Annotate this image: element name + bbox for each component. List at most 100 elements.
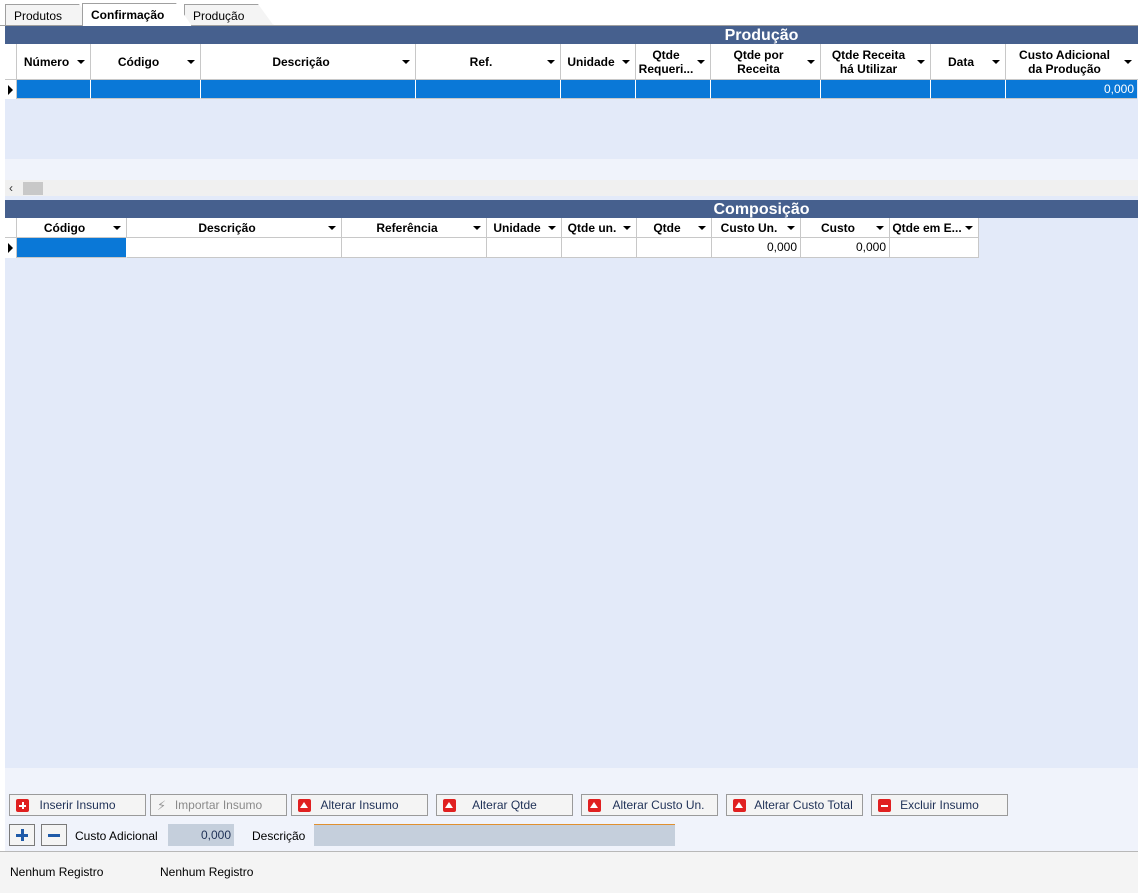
tab-strip: Produtos Confirmação Produção bbox=[0, 0, 1138, 25]
cell-custo-un[interactable]: 0,000 bbox=[712, 238, 801, 258]
col-comp-unidade[interactable]: Unidade bbox=[487, 218, 562, 237]
col-comp-qtde[interactable]: Qtde bbox=[637, 218, 712, 237]
col-numero-label: Número bbox=[23, 54, 70, 69]
add-custo-button[interactable] bbox=[9, 824, 35, 846]
col-comp-custo-un-label: Custo Un. bbox=[720, 220, 778, 235]
cell[interactable] bbox=[890, 238, 979, 258]
descricao-field[interactable] bbox=[314, 824, 675, 846]
chevron-down-icon[interactable] bbox=[787, 225, 795, 230]
col-comp-custo-un[interactable]: Custo Un. bbox=[712, 218, 801, 237]
cell[interactable] bbox=[931, 80, 1006, 99]
col-custo-adicional[interactable]: Custo Adicional da Produção bbox=[1006, 44, 1137, 79]
col-comp-unidade-label: Unidade bbox=[493, 220, 541, 235]
col-comp-custo[interactable]: Custo bbox=[801, 218, 890, 237]
chevron-down-icon[interactable] bbox=[917, 59, 925, 64]
cell[interactable] bbox=[562, 238, 637, 258]
chevron-down-icon[interactable] bbox=[187, 59, 195, 64]
cell[interactable] bbox=[201, 80, 416, 99]
tab-produtos-label: Produtos bbox=[14, 9, 63, 23]
cell[interactable] bbox=[17, 80, 91, 99]
composicao-header-indicator bbox=[5, 218, 17, 237]
alterar-custo-un-button[interactable]: Alterar Custo Un. bbox=[581, 794, 718, 816]
producao-hscrollbar[interactable]: ‹ bbox=[5, 180, 1138, 196]
alterar-qtde-button[interactable]: Alterar Qtde bbox=[436, 794, 573, 816]
inserir-insumo-label: Inserir Insumo bbox=[39, 798, 116, 812]
status-bar: Nenhum Registro Nenhum Registro bbox=[0, 851, 1138, 893]
col-comp-custo-label: Custo bbox=[821, 220, 855, 235]
col-comp-codigo-label: Código bbox=[43, 220, 86, 235]
tab-produtos[interactable]: Produtos bbox=[5, 4, 95, 26]
cell-custo-adicional[interactable]: 0,000 bbox=[1006, 80, 1137, 99]
chevron-down-icon[interactable] bbox=[876, 225, 884, 230]
chevron-down-icon[interactable] bbox=[77, 59, 85, 64]
alterar-insumo-button[interactable]: Alterar Insumo bbox=[291, 794, 428, 816]
row-indicator-icon bbox=[5, 80, 17, 99]
chevron-down-icon[interactable] bbox=[548, 225, 556, 230]
chevron-down-icon[interactable] bbox=[402, 59, 410, 64]
col-qtde-requeri[interactable]: Qtde Requeri... bbox=[636, 44, 711, 79]
col-ref[interactable]: Ref. bbox=[416, 44, 561, 79]
inserir-insumo-button[interactable]: Inserir Insumo bbox=[9, 794, 146, 816]
cell[interactable] bbox=[17, 238, 127, 258]
chevron-down-icon[interactable] bbox=[547, 59, 555, 64]
edit-icon bbox=[443, 799, 456, 812]
col-descricao[interactable]: Descrição bbox=[201, 44, 416, 79]
cell[interactable] bbox=[637, 238, 712, 258]
col-qtde-por-receita[interactable]: Qtde por Receita bbox=[711, 44, 821, 79]
chevron-left-icon[interactable]: ‹ bbox=[9, 181, 13, 195]
chevron-down-icon[interactable] bbox=[113, 225, 121, 230]
col-custo-adicional-label: Custo Adicional da Produção bbox=[1019, 47, 1110, 76]
tab-producao-label: Produção bbox=[193, 9, 245, 23]
col-descricao-label: Descrição bbox=[272, 54, 330, 69]
col-comp-qtde-em-e-label: Qtde em E... bbox=[892, 220, 962, 235]
chevron-down-icon[interactable] bbox=[328, 225, 336, 230]
tab-confirmacao[interactable]: Confirmação bbox=[82, 3, 192, 26]
col-comp-qtde-em-e[interactable]: Qtde em E... bbox=[890, 218, 979, 237]
col-unidade[interactable]: Unidade bbox=[561, 44, 636, 79]
importar-insumo-button[interactable]: Importar Insumo bbox=[150, 794, 287, 816]
producao-table-row[interactable]: 0,000 bbox=[5, 80, 1137, 99]
plus-icon-bar bbox=[20, 829, 24, 841]
cell[interactable] bbox=[487, 238, 562, 258]
col-data[interactable]: Data bbox=[931, 44, 1006, 79]
custo-adicional-field[interactable]: 0,000 bbox=[168, 824, 234, 846]
cell[interactable] bbox=[711, 80, 821, 99]
chevron-down-icon[interactable] bbox=[623, 225, 631, 230]
scroll-thumb[interactable] bbox=[23, 182, 43, 195]
chevron-down-icon[interactable] bbox=[622, 59, 630, 64]
alterar-qtde-label: Alterar Qtde bbox=[472, 798, 537, 812]
col-numero[interactable]: Número bbox=[17, 44, 91, 79]
tab-producao[interactable]: Produção bbox=[184, 4, 274, 26]
chevron-down-icon[interactable] bbox=[1124, 59, 1132, 64]
cell[interactable] bbox=[636, 80, 711, 99]
alterar-custo-total-button[interactable]: Alterar Custo Total bbox=[726, 794, 863, 816]
excluir-insumo-button[interactable]: Excluir Insumo bbox=[871, 794, 1008, 816]
row-indicator-icon bbox=[5, 238, 17, 258]
col-codigo-label: Código bbox=[117, 54, 160, 69]
cell[interactable] bbox=[561, 80, 636, 99]
col-codigo[interactable]: Código bbox=[91, 44, 201, 79]
edit-icon bbox=[588, 799, 601, 812]
chevron-down-icon[interactable] bbox=[807, 59, 815, 64]
cell[interactable] bbox=[821, 80, 931, 99]
cell-custo[interactable]: 0,000 bbox=[801, 238, 890, 258]
col-comp-codigo[interactable]: Código bbox=[17, 218, 127, 237]
cell[interactable] bbox=[342, 238, 487, 258]
composicao-table-row[interactable]: 0,000 0,000 bbox=[5, 238, 979, 258]
edit-icon bbox=[733, 799, 746, 812]
composicao-grid-header: Código Descrição Referência Unidade Qtde… bbox=[5, 218, 979, 238]
cell[interactable] bbox=[127, 238, 342, 258]
remove-custo-button[interactable] bbox=[41, 824, 67, 846]
col-qtde-receita-utilizar[interactable]: Qtde Receita há Utilizar bbox=[821, 44, 931, 79]
col-qtde-receita-utilizar-label: Qtde Receita há Utilizar bbox=[831, 47, 906, 76]
col-comp-descricao[interactable]: Descrição bbox=[127, 218, 342, 237]
chevron-down-icon[interactable] bbox=[697, 59, 705, 64]
chevron-down-icon[interactable] bbox=[965, 225, 973, 230]
cell[interactable] bbox=[416, 80, 561, 99]
chevron-down-icon[interactable] bbox=[992, 59, 1000, 64]
cell[interactable] bbox=[91, 80, 201, 99]
col-comp-referencia[interactable]: Referência bbox=[342, 218, 487, 237]
chevron-down-icon[interactable] bbox=[473, 225, 481, 230]
chevron-down-icon[interactable] bbox=[698, 225, 706, 230]
col-comp-qtde-un[interactable]: Qtde un. bbox=[562, 218, 637, 237]
